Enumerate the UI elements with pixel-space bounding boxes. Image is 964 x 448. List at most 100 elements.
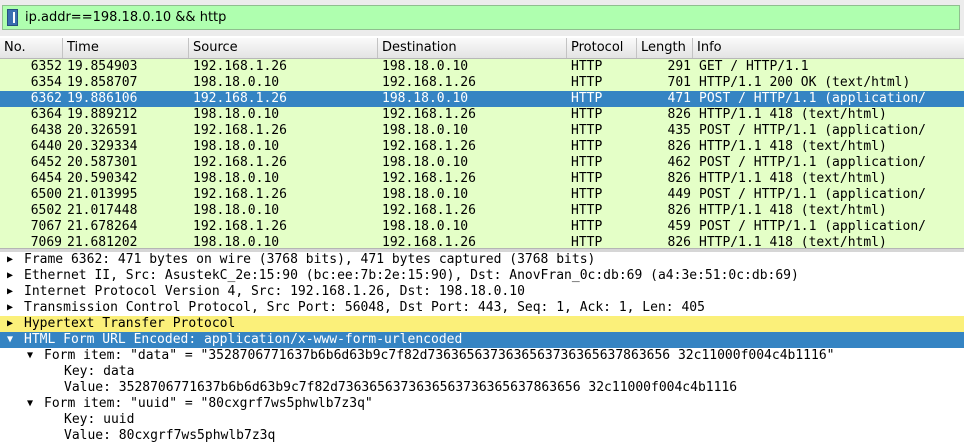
- detail-tree-item[interactable]: Value: 80cxgrf7ws5phwlb7z3q: [0, 428, 964, 444]
- collapse-right-icon[interactable]: ▶: [4, 316, 16, 332]
- packet-destination: 198.18.0.10: [382, 219, 469, 234]
- collapse-right-icon[interactable]: ▶: [4, 252, 16, 268]
- packet-destination: 192.168.1.26: [382, 75, 476, 90]
- packet-destination: 198.18.0.10: [382, 59, 469, 74]
- packet-details-tree[interactable]: ▶ Frame 6362: 471 bytes on wire (3768 bit…: [0, 252, 964, 448]
- packet-row[interactable]: 6354 19.858707 198.18.0.10 192.168.1.26 HTTP…: [0, 75, 964, 91]
- packet-info: GET / HTTP/1.1: [699, 59, 809, 74]
- packet-source: 192.168.1.26: [193, 123, 287, 138]
- detail-tree-label: Transmission Control Protocol, Src Port:…: [24, 300, 705, 315]
- packet-time: 19.854903: [67, 59, 138, 74]
- packet-no: 6438: [30, 123, 62, 138]
- column-header-length[interactable]: Length: [637, 38, 693, 58]
- packet-length: 462: [667, 155, 691, 170]
- packet-source: 192.168.1.26: [193, 187, 287, 202]
- detail-tree-label: Frame 6362: 471 bytes on wire (3768 bits…: [24, 252, 596, 267]
- detail-tree-label: Internet Protocol Version 4, Src: 192.16…: [24, 284, 525, 299]
- column-header-source[interactable]: Source: [189, 38, 378, 58]
- packet-no: 7069: [30, 235, 62, 248]
- detail-tree-item[interactable]: ▶ Internet Protocol Version 4, Src: 192.1…: [0, 284, 964, 300]
- packet-no: 6352: [30, 59, 62, 74]
- packet-length: 435: [667, 123, 691, 138]
- packet-info: POST / HTTP/1.1 (application/: [699, 187, 926, 202]
- packet-destination: 198.18.0.10: [382, 123, 469, 138]
- packet-row[interactable]: 6438 20.326591 192.168.1.26 198.18.0.10 HTTP…: [0, 123, 964, 139]
- packet-length: 449: [667, 187, 691, 202]
- packet-protocol: HTTP: [571, 155, 603, 170]
- packet-source: 198.18.0.10: [193, 235, 280, 248]
- display-filter-input[interactable]: [25, 6, 945, 29]
- detail-tree-label: Hypertext Transfer Protocol: [24, 316, 236, 331]
- packet-protocol: HTTP: [571, 171, 603, 186]
- display-filter-field[interactable]: [2, 5, 960, 30]
- detail-tree-item[interactable]: ▼ HTML Form URL Encoded: application/x-ww…: [0, 332, 964, 348]
- packet-source: 198.18.0.10: [193, 75, 280, 90]
- expand-down-icon[interactable]: ▼: [24, 348, 36, 364]
- packet-length: 701: [667, 75, 691, 90]
- packet-row[interactable]: 6502 21.017448 198.18.0.10 192.168.1.26 HTTP…: [0, 203, 964, 219]
- detail-tree-label: Key: data: [64, 364, 135, 379]
- packet-row[interactable]: 7069 21.681202 198.18.0.10 192.168.1.26 HTTP…: [0, 235, 964, 248]
- packet-time: 19.858707: [67, 75, 138, 90]
- bookmark-icon[interactable]: [7, 9, 18, 26]
- column-header-no[interactable]: No.: [0, 38, 63, 58]
- detail-tree-item[interactable]: ▼ Form item: "uuid" = "80cxgrf7ws5phwlb7z…: [0, 396, 964, 412]
- packet-time: 21.681202: [67, 235, 138, 248]
- detail-tree-item[interactable]: ▶ Frame 6362: 471 bytes on wire (3768 bit…: [0, 252, 964, 268]
- packet-source: 192.168.1.26: [193, 91, 287, 106]
- column-header-protocol[interactable]: Protocol: [567, 38, 637, 58]
- packet-no: 6452: [30, 155, 62, 170]
- packet-info: HTTP/1.1 418 (text/html): [699, 139, 887, 154]
- detail-tree-label: HTML Form URL Encoded: application/x-www…: [24, 332, 463, 347]
- packet-info: HTTP/1.1 200 OK (text/html): [699, 75, 911, 90]
- detail-tree-item[interactable]: ▼ Form item: "data" = "3528706771637b6b6d…: [0, 348, 964, 364]
- collapse-right-icon[interactable]: ▶: [4, 284, 16, 300]
- packet-list[interactable]: No. Time Source Destination Protocol Len…: [0, 38, 964, 248]
- packet-row[interactable]: 6440 20.329334 198.18.0.10 192.168.1.26 HTTP…: [0, 139, 964, 155]
- packet-row[interactable]: 6352 19.854903 192.168.1.26 198.18.0.10 HTTP…: [0, 59, 964, 75]
- packet-length: 826: [667, 235, 691, 248]
- packet-time: 19.886106: [67, 91, 138, 106]
- packet-row[interactable]: 7067 21.678264 192.168.1.26 198.18.0.10 HTTP…: [0, 219, 964, 235]
- packet-info: POST / HTTP/1.1 (application/: [699, 91, 926, 106]
- collapse-right-icon[interactable]: ▶: [4, 300, 16, 316]
- packet-row[interactable]: 6362 19.886106 192.168.1.26 198.18.0.10 HTTP…: [0, 91, 964, 107]
- packet-info: HTTP/1.1 418 (text/html): [699, 171, 887, 186]
- column-header-time[interactable]: Time: [63, 38, 189, 58]
- detail-tree-item[interactable]: Key: data: [0, 364, 964, 380]
- packet-protocol: HTTP: [571, 219, 603, 234]
- packet-row[interactable]: 6452 20.587301 192.168.1.26 198.18.0.10 HTTP…: [0, 155, 964, 171]
- detail-tree-item[interactable]: Value: 3528706771637b6b6d63b9c7f82d73636…: [0, 380, 964, 396]
- packet-protocol: HTTP: [571, 139, 603, 154]
- detail-tree-item[interactable]: ▶ Hypertext Transfer Protocol: [0, 316, 964, 332]
- detail-tree-item[interactable]: ▶ Transmission Control Protocol, Src Port…: [0, 300, 964, 316]
- packet-destination: 192.168.1.26: [382, 203, 476, 218]
- detail-tree-label: Value: 80cxgrf7ws5phwlb7z3q: [64, 428, 276, 443]
- detail-tree-item[interactable]: Key: uuid: [0, 412, 964, 428]
- packet-no: 6364: [30, 107, 62, 122]
- packet-destination: 192.168.1.26: [382, 139, 476, 154]
- column-header-info[interactable]: Info: [693, 38, 964, 58]
- detail-tree-label: Form item: "data" = "3528706771637b6b6d6…: [44, 348, 835, 363]
- column-header-destination[interactable]: Destination: [378, 38, 567, 58]
- packet-protocol: HTTP: [571, 187, 603, 202]
- detail-tree-item[interactable]: ▶ Ethernet II, Src: AsustekC_2e:15:90 (bc…: [0, 268, 964, 284]
- packet-info: HTTP/1.1 418 (text/html): [699, 107, 887, 122]
- packet-row[interactable]: 6364 19.889212 198.18.0.10 192.168.1.26 HTTP…: [0, 107, 964, 123]
- expand-down-icon[interactable]: ▼: [24, 396, 36, 412]
- packet-info: HTTP/1.1 418 (text/html): [699, 203, 887, 218]
- packet-length: 471: [667, 91, 691, 106]
- packet-time: 21.678264: [67, 219, 138, 234]
- packet-destination: 192.168.1.26: [382, 107, 476, 122]
- packet-time: 20.326591: [67, 123, 138, 138]
- packet-protocol: HTTP: [571, 123, 603, 138]
- expand-down-icon[interactable]: ▼: [4, 332, 16, 348]
- packet-row[interactable]: 6454 20.590342 198.18.0.10 192.168.1.26 HTTP…: [0, 171, 964, 187]
- packet-length: 826: [667, 107, 691, 122]
- packet-destination: 192.168.1.26: [382, 171, 476, 186]
- packet-row[interactable]: 6500 21.013995 192.168.1.26 198.18.0.10 HTTP…: [0, 187, 964, 203]
- packet-source: 192.168.1.26: [193, 59, 287, 74]
- packet-no: 6440: [30, 139, 62, 154]
- packet-time: 20.590342: [67, 171, 138, 186]
- collapse-right-icon[interactable]: ▶: [4, 268, 16, 284]
